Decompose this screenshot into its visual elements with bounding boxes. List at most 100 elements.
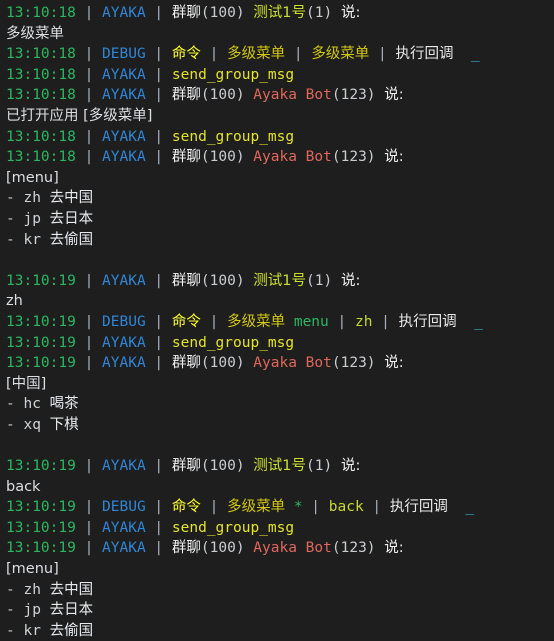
cursor-glyph: _ [465,499,475,516]
logger-name: AYAKA [102,355,146,372]
api-name: send_group_msg [171,519,295,536]
logger-name: AYAKA [102,540,146,557]
pipe-separator: | [75,313,103,330]
pipe-separator: | [145,519,172,536]
group-label: 群聊 [171,540,201,557]
logger-name: AYAKA [102,5,146,21]
pipe-separator: | [145,87,172,104]
menu-item-key: kr [23,622,50,639]
timestamp: 13:10:19 [6,313,76,330]
dash-bullet: - [6,231,24,248]
pipe-separator: | [75,519,103,536]
log-line-body: back [6,477,554,498]
timestamp: 13:10:19 [6,334,76,351]
message-body-text: 已打开应用 [多级菜单] [6,107,153,124]
group-id: (100) [200,149,254,166]
group-label: 群聊 [171,355,201,372]
pipe-separator: | [145,313,172,330]
group-label: 群聊 [171,272,201,289]
cursor-glyph: _ [470,46,480,63]
subcommand-name: * [293,499,303,516]
menu-item-line: - kr 去偷国 [6,230,554,251]
pipe-separator: | [328,313,355,330]
logger-name: AYAKA [102,519,146,536]
bot-name: Ayaka Bot [253,87,332,104]
say-label: 说: [384,540,404,557]
pipe-separator: | [369,46,396,63]
command-label: 命令 [171,499,201,516]
log-line-body: [menu] [6,168,554,189]
log-line-user-message: 13:10:19 | AYAKA | 群聊(100) 测试1号(1) 说: [6,456,554,477]
pipe-separator: | [285,46,312,63]
pipe-separator: | [372,313,399,330]
pipe-separator: | [145,66,172,83]
menu-item-key: kr [23,231,50,248]
say-label: 说: [384,355,404,372]
callback-label: 执行回调 [398,313,457,330]
pipe-separator: | [145,355,172,372]
speaker-id: (123) [331,149,385,166]
dash-bullet: - [6,602,24,619]
pipe-separator: | [145,128,172,145]
command-argument: back [328,499,364,516]
menu-item-line: - zh 去中国 [6,580,554,601]
log-line-user-message: 13:10:19 | AYAKA | 群聊(100) 测试1号(1) 说: [6,271,554,292]
user-name: 测试1号 [253,272,307,289]
timestamp: 13:10:18 [6,66,76,83]
message-body-text: zh [6,293,23,310]
menu-item-key: xq [23,416,50,433]
menu-item-line: - hc 喝茶 [6,394,554,415]
pipe-separator: | [145,334,172,351]
command-label: 命令 [171,46,201,63]
log-line-body: 已打开应用 [多级菜单] [6,106,554,127]
log-line-body: zh [6,291,554,312]
pipe-separator: | [200,499,228,516]
pipe-separator: | [75,149,103,166]
dash-bullet: - [6,396,24,413]
message-body-text: 多级菜单 [6,25,64,42]
api-name: send_group_msg [171,128,295,145]
timestamp: 13:10:18 [6,128,76,145]
menu-item-key: zh [23,581,50,598]
logger-name: AYAKA [102,66,146,83]
dash-bullet: - [6,622,24,639]
logger-name: AYAKA [102,458,146,475]
subcommand-name: 多级菜单 [311,46,370,63]
menu-item-key: jp [23,602,50,619]
group-id: (100) [200,355,254,372]
group-id: (100) [200,540,254,557]
timestamp: 13:10:18 [6,46,76,63]
plugin-name: 多级菜单 [227,313,286,330]
pipe-separator: | [145,46,172,63]
menu-item-description: 去偷国 [49,622,94,639]
message-body-text: [menu] [6,561,59,578]
pipe-separator: | [75,272,103,289]
pipe-separator: | [145,272,172,289]
log-line-bot-message: 13:10:18 | AYAKA | 群聊(100) Ayaka Bot(123… [6,147,554,168]
menu-item-description: 去偷国 [49,231,94,248]
menu-item-line: - zh 去中国 [6,188,554,209]
menu-item-description: 去日本 [49,602,94,619]
menu-item-line: - jp 去日本 [6,600,554,621]
log-line-user-message: 13:10:18 | AYAKA | 群聊(100) 测试1号(1) 说: [6,3,554,24]
log-line-body: 多级菜单 [6,24,554,45]
pipe-separator: | [363,499,390,516]
callback-label: 执行回调 [395,46,454,63]
menu-item-description: 去中国 [49,581,94,598]
pipe-separator: | [75,334,103,351]
pipe-separator: | [145,499,172,516]
pipe-separator: | [145,5,172,21]
menu-item-key: zh [23,190,50,207]
log-line-bot-message: 13:10:18 | AYAKA | 群聊(100) Ayaka Bot(123… [6,85,554,106]
group-label: 群聊 [171,458,201,475]
menu-item-line: - kr 去偷国 [6,621,554,641]
menu-item-description: 去中国 [49,190,94,207]
terminal-window[interactable]: 13:10:18 | AYAKA | 群聊(100) 测试1号(1) 说: 多级菜… [0,0,554,639]
menu-item-description: 下棋 [49,416,79,433]
timestamp: 13:10:18 [6,5,76,21]
subcommand-name: menu [293,313,329,330]
logger-name: AYAKA [102,149,146,166]
log-line-debug-callback: 13:10:19 | DEBUG | 命令 | 多级菜单 * | back | … [6,497,554,518]
dash-bullet: - [6,416,24,433]
